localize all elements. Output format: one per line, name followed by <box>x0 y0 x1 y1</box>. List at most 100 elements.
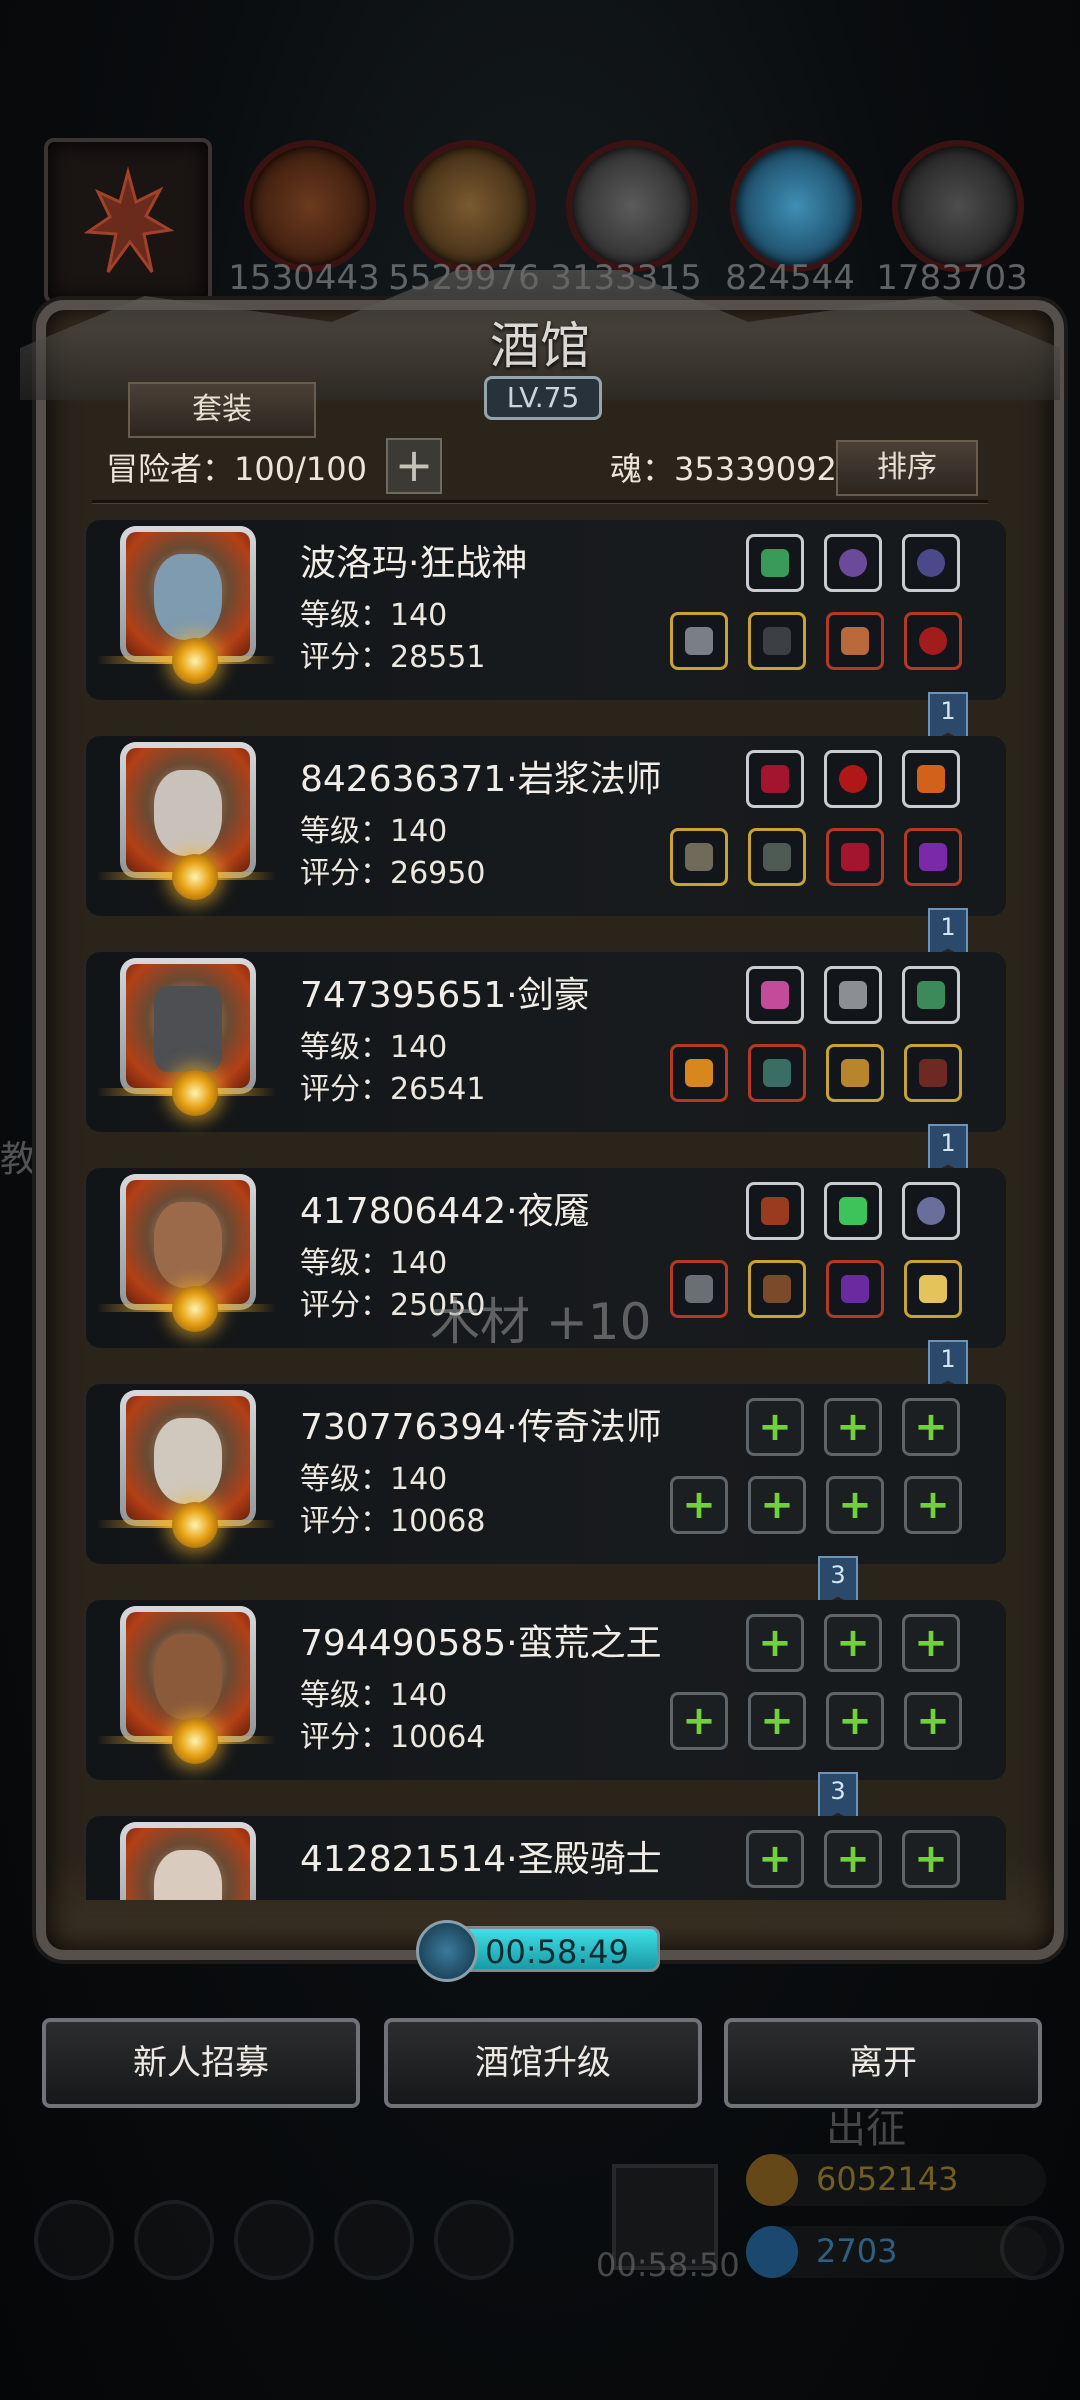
side-menu-text: 教 <box>0 1139 37 1180</box>
add-equipment-icon[interactable]: + <box>902 1614 960 1672</box>
medal-icon[interactable] <box>826 612 884 670</box>
soul-count: 魂：35339092 <box>610 450 837 488</box>
add-equipment-icon[interactable]: + <box>904 1476 962 1534</box>
armor-icon[interactable] <box>748 612 806 670</box>
star-badge-icon <box>172 1286 218 1332</box>
hero-name: 波洛玛·狂战神 <box>300 543 528 584</box>
tree-root-icon[interactable] <box>44 138 212 304</box>
expedition-label: 出征 <box>826 2106 906 2152</box>
add-equipment-icon[interactable]: + <box>824 1614 882 1672</box>
ore-icon[interactable] <box>746 1182 804 1240</box>
settings-icon <box>34 2200 114 2280</box>
meat-count: 1530443 <box>228 258 380 298</box>
hero-card[interactable]: 412821514·圣殿骑士 + + + <box>86 1816 1006 1900</box>
hero-card[interactable]: 794490585·蛮荒之王 等级：140 评分：10064 + + + + +… <box>86 1600 1006 1780</box>
heart-gem-icon[interactable] <box>746 750 804 808</box>
leather-armor-icon[interactable] <box>748 1260 806 1318</box>
add-equipment-icon[interactable]: + <box>748 1692 806 1750</box>
mace-icon[interactable] <box>670 828 728 886</box>
hero-level: 等级：140 <box>300 1462 448 1497</box>
axe-icon[interactable] <box>670 612 728 670</box>
add-equipment-icon[interactable]: + <box>670 1692 728 1750</box>
add-equipment-icon[interactable]: + <box>904 1692 962 1750</box>
add-equipment-icon[interactable]: + <box>746 1830 804 1888</box>
crystal-icon[interactable] <box>730 140 862 272</box>
stone-block-icon[interactable] <box>892 140 1024 272</box>
add-equipment-icon[interactable]: + <box>902 1830 960 1888</box>
meat-icon[interactable] <box>244 140 376 272</box>
hero-score: 评分：26541 <box>300 1072 486 1107</box>
pocket-watch-icon[interactable] <box>902 1182 960 1240</box>
gold-value: 6052143 <box>816 2160 959 2198</box>
eye-ring-icon[interactable] <box>904 612 962 670</box>
blue-gem-icon <box>746 2226 798 2278</box>
leaf-icon[interactable] <box>902 750 960 808</box>
clock-icon <box>416 1920 478 1982</box>
green-shard-icon[interactable] <box>746 534 804 592</box>
hero-level: 等级：140 <box>300 1678 448 1713</box>
add-equipment-icon[interactable]: + <box>826 1476 884 1534</box>
add-equipment-icon[interactable]: + <box>824 1830 882 1888</box>
star-badge-icon <box>172 1070 218 1116</box>
upgrade-tavern-button[interactable]: 酒馆升级 <box>384 2018 702 2108</box>
gift-timer: 00:58:50 <box>596 2246 740 2284</box>
hero-name: 412821514·圣殿骑士 <box>300 1839 662 1880</box>
gold-coin-icon <box>746 2154 798 2206</box>
add-equipment-icon[interactable]: + <box>824 1398 882 1456</box>
gold-resource: 6052143 <box>746 2154 1046 2206</box>
add-equipment-icon[interactable]: + <box>826 1692 884 1750</box>
hero-score: 评分：10068 <box>300 1504 486 1539</box>
emerald-icon[interactable] <box>824 1182 882 1240</box>
hero-level: 等级：140 <box>300 1030 448 1065</box>
iron-ingot-icon[interactable] <box>566 140 698 272</box>
gear-icon <box>434 2200 514 2280</box>
chest-armor-icon[interactable] <box>748 1044 806 1102</box>
hero-name: 730776394·传奇法师 <box>300 1407 662 1448</box>
hero-card[interactable]: 842636371·岩浆法师 等级：140 评分：26950 <box>86 736 1006 916</box>
hero-card[interactable]: 730776394·传奇法师 等级：140 评分：10068 + + + + +… <box>86 1384 1006 1564</box>
boots-icon[interactable] <box>904 1044 962 1102</box>
violet-amulet-icon[interactable] <box>904 828 962 886</box>
add-equipment-icon[interactable]: + <box>902 1398 960 1456</box>
tavern-level-badge: LV.75 <box>484 376 602 420</box>
gold-crystal-icon[interactable] <box>904 1260 962 1318</box>
mail-icon <box>334 2200 414 2280</box>
hero-card[interactable]: 747395651·剑豪 等级：140 评分：26541 <box>86 952 1006 1132</box>
dark-orb-icon[interactable] <box>902 534 960 592</box>
jade-icon[interactable] <box>902 966 960 1024</box>
spear-icon[interactable] <box>670 1044 728 1102</box>
sort-button[interactable]: 排序 <box>836 440 978 496</box>
leave-button[interactable]: 离开 <box>724 2018 1042 2108</box>
hero-level: 等级：140 <box>300 814 448 849</box>
pink-crystal-icon[interactable] <box>746 966 804 1024</box>
add-equipment-icon[interactable]: + <box>670 1476 728 1534</box>
star-badge-icon <box>172 1502 218 1548</box>
add-equipment-icon[interactable]: + <box>746 1614 804 1672</box>
star-badge-icon <box>172 638 218 684</box>
hero-card[interactable]: 波洛玛·狂战神 等级：140 评分：28551 <box>86 520 1006 700</box>
red-orb-icon[interactable] <box>824 750 882 808</box>
robe-icon[interactable] <box>748 828 806 886</box>
wood-plank-icon[interactable] <box>404 140 536 272</box>
add-equipment-icon[interactable]: + <box>746 1398 804 1456</box>
amulet-icon[interactable] <box>826 828 884 886</box>
star-menu-icon <box>134 2200 214 2280</box>
add-equipment-icon[interactable]: + <box>748 1476 806 1534</box>
dagger-icon[interactable] <box>670 1260 728 1318</box>
hero-level: 等级：140 <box>300 598 448 633</box>
gem-value: 2703 <box>816 2232 898 2270</box>
add-adventurer-button[interactable]: + <box>386 438 442 494</box>
mask-icon[interactable] <box>824 966 882 1024</box>
purple-orb-icon[interactable] <box>824 534 882 592</box>
purple-pendant-icon[interactable] <box>826 1260 884 1318</box>
recruit-button[interactable]: 新人招募 <box>42 2018 360 2108</box>
hero-name: 747395651·剑豪 <box>300 975 590 1016</box>
reward-float-text: 木材 +10 <box>430 1293 652 1351</box>
suit-button[interactable]: 套装 <box>128 382 316 438</box>
adventurer-count: 冒险者：100/100 <box>106 450 367 488</box>
hero-list[interactable]: 波洛玛·狂战神 等级：140 评分：28551 1 842636371·岩浆法师… <box>60 520 1020 1900</box>
divider <box>92 500 988 503</box>
shield-icon[interactable] <box>826 1044 884 1102</box>
hero-level: 等级：140 <box>300 1246 448 1281</box>
hero-name: 794490585·蛮荒之王 <box>300 1623 662 1664</box>
